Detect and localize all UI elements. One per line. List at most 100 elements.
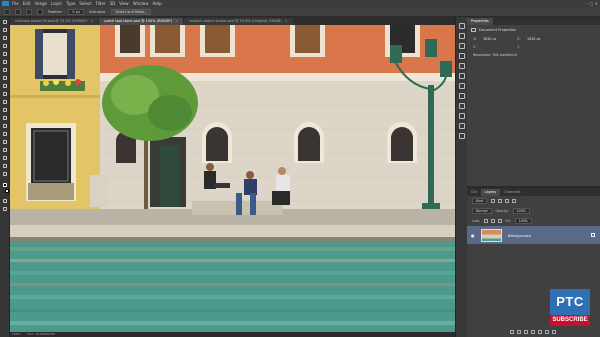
filter-type-icon[interactable] (505, 199, 510, 203)
tool-preset-icon[interactable] (4, 8, 10, 15)
select-and-mask-button[interactable]: Select and Mask... (111, 8, 152, 15)
doc-size: Doc: 15.0M/30.0M (27, 332, 55, 336)
menu-view[interactable]: View (119, 0, 129, 7)
healing-brush-tool-icon[interactable] (2, 68, 8, 73)
actions-panel-icon[interactable] (459, 93, 465, 99)
menu-layer[interactable]: Layer (51, 0, 62, 7)
height-value[interactable]: 1828 px (527, 37, 561, 41)
x-value[interactable] (483, 45, 517, 49)
move-tool-icon[interactable] (2, 20, 8, 25)
dodge-tool-icon[interactable] (2, 124, 8, 129)
tab-layers[interactable]: Layers (480, 189, 501, 196)
new-group-icon[interactable] (538, 330, 542, 334)
filter-adjust-icon[interactable] (498, 199, 503, 203)
filter-shape-icon[interactable] (512, 199, 517, 203)
brush-tool-icon[interactable] (2, 76, 8, 81)
eye-icon[interactable]: ● (471, 233, 477, 238)
document-tabs: contrast-aware fill.psd @ 33.3% (RGB/8)*… (10, 17, 455, 25)
navigator-panel-icon[interactable] (459, 123, 465, 129)
menu-type[interactable]: Type (66, 0, 75, 7)
menu-edit[interactable]: Edit (23, 0, 31, 7)
adjustment-layer-icon[interactable] (531, 330, 535, 334)
paragraph-panel-icon[interactable] (459, 83, 465, 89)
width-value[interactable]: 3840 px (483, 37, 517, 41)
menu-window[interactable]: Window (133, 0, 149, 7)
screen-mode-icon[interactable] (2, 207, 8, 212)
filter-pixel-icon[interactable] (491, 199, 496, 203)
window-controls-icon[interactable]: – ▢ ✕ (586, 1, 598, 6)
menu-select[interactable]: Select (79, 0, 91, 7)
clone-stamp-tool-icon[interactable] (2, 84, 8, 89)
ptc-subscribe-logo[interactable]: PTC SUBSCRIBE (550, 289, 590, 327)
resolution-text: Resolution: 300 pixels/inch (473, 53, 518, 57)
rectangle-tool-icon[interactable] (2, 156, 8, 161)
menu-filter[interactable]: Filter (96, 0, 106, 7)
history-panel-icon[interactable] (459, 23, 465, 29)
layer-row-background[interactable]: ● Background (467, 226, 600, 244)
gradient-tool-icon[interactable] (2, 108, 8, 113)
new-selection-icon[interactable] (15, 8, 21, 15)
eyedropper-tool-icon[interactable] (2, 60, 8, 65)
delete-layer-icon[interactable] (552, 330, 556, 334)
eraser-tool-icon[interactable] (2, 100, 8, 105)
subtract-selection-icon[interactable] (37, 8, 43, 15)
lock-pixels-icon[interactable] (484, 219, 489, 223)
history-brush-tool-icon[interactable] (2, 92, 8, 97)
swatches-panel-icon[interactable] (459, 53, 465, 59)
brush-panel-icon[interactable] (459, 63, 465, 69)
properties-panel-icon[interactable] (459, 33, 465, 39)
close-icon[interactable]: × (90, 19, 93, 23)
marquee-tool-icon[interactable] (2, 28, 8, 33)
y-label: Y: (517, 45, 520, 49)
status-bar: 100% Doc: 15.0M/30.0M (10, 332, 455, 337)
layer-name[interactable]: Background (508, 233, 531, 238)
character-panel-icon[interactable] (459, 73, 465, 79)
lock-all-icon[interactable] (498, 219, 503, 223)
doc-tab-1[interactable]: contrast-aware fill.psd @ 33.3% (RGB/8)*… (10, 18, 99, 25)
zoom-tool-icon[interactable] (2, 172, 8, 177)
add-selection-icon[interactable] (26, 8, 32, 15)
adjustments-panel-icon[interactable] (459, 43, 465, 49)
styles-panel-icon[interactable] (459, 113, 465, 119)
quick-select-tool-icon[interactable] (2, 44, 8, 49)
type-tool-icon[interactable] (2, 140, 8, 145)
crop-tool-icon[interactable] (2, 52, 8, 57)
menu-help[interactable]: Help (152, 0, 161, 7)
lasso-tool-icon[interactable] (2, 36, 8, 41)
quick-mask-icon[interactable] (2, 199, 8, 204)
antialias-checkbox[interactable]: Anti-alias (89, 10, 105, 14)
lock-position-icon[interactable] (491, 219, 496, 223)
feather-input[interactable]: 0 px (68, 8, 85, 15)
add-mask-icon[interactable] (524, 330, 528, 334)
tab-chi[interactable]: Chi (467, 189, 481, 196)
info-panel-icon[interactable] (459, 133, 465, 139)
zoom-level[interactable]: 100% (12, 332, 21, 336)
path-select-tool-icon[interactable] (2, 148, 8, 153)
blend-mode-dropdown[interactable]: Normal (472, 208, 492, 214)
fill-input[interactable]: 100% (514, 218, 532, 224)
close-icon[interactable]: × (285, 19, 288, 23)
layer-style-icon[interactable] (517, 330, 521, 334)
menu-3d[interactable]: 3D (110, 0, 116, 7)
hand-tool-icon[interactable] (2, 164, 8, 169)
opacity-input[interactable]: 100% (512, 208, 530, 214)
kind-filter-dropdown[interactable]: Kind (472, 198, 488, 204)
tab-properties[interactable]: Properties (467, 18, 493, 25)
libraries-panel-icon[interactable] (459, 103, 465, 109)
subscribe-text: SUBSCRIBE (550, 315, 590, 326)
close-icon[interactable]: × (175, 19, 178, 23)
y-value[interactable] (527, 45, 561, 49)
pen-tool-icon[interactable] (2, 132, 8, 137)
blur-tool-icon[interactable] (2, 116, 8, 121)
doc-tab-3[interactable]: remove object sticker.psd @ 25.6% (Origi… (184, 18, 293, 25)
menu-file[interactable]: File (12, 0, 19, 7)
menu-image[interactable]: Image (34, 0, 47, 7)
foreground-color-swatch[interactable] (2, 183, 8, 188)
doc-tab-label: patch tool clone.psd @ 100% (RGB/8*) (104, 19, 173, 23)
document-canvas[interactable] (10, 25, 455, 332)
new-layer-icon[interactable] (545, 330, 549, 334)
doc-tab-2[interactable]: patch tool clone.psd @ 100% (RGB/8*) × (99, 18, 184, 25)
link-layers-icon[interactable] (510, 330, 514, 334)
tab-channels[interactable]: Channels (500, 189, 524, 196)
x-label: X: (473, 45, 477, 49)
